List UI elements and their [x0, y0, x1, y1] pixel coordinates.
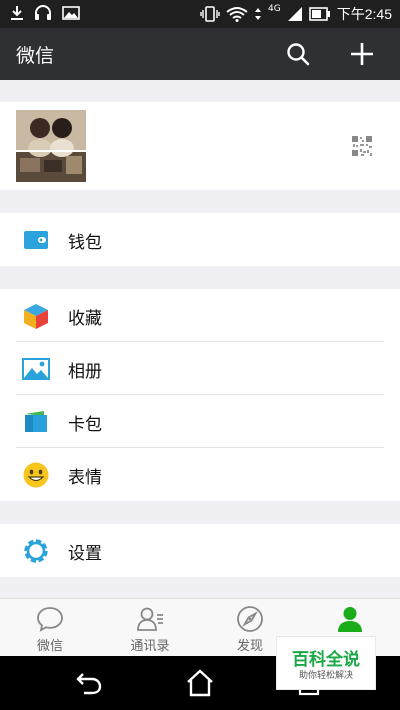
menu-label-cards: 卡包 — [68, 415, 102, 435]
tab-chats[interactable]: 微信 — [0, 599, 100, 657]
download-icon — [11, 6, 23, 20]
menu-item-album[interactable]: 相册 — [0, 342, 400, 395]
menu-item-cards[interactable]: 卡包 — [0, 395, 400, 448]
menu-label-wallet: 钱包 — [68, 233, 102, 253]
tab-label: 微信 — [36, 639, 63, 654]
tab-label: 通讯录 — [130, 639, 170, 654]
search-icon[interactable] — [285, 41, 311, 67]
album-icon — [22, 358, 50, 380]
smiley-icon — [23, 462, 49, 488]
data-arrows-icon — [255, 8, 262, 20]
gear-icon — [24, 539, 48, 563]
headset-icon — [35, 5, 51, 20]
network-type: 4G — [268, 4, 281, 14]
watermark-badge: 百科全说 助你轻松解决 — [276, 636, 376, 690]
status-right: 4G 下午2:45 — [200, 4, 392, 24]
card-wallet-icon — [25, 411, 47, 432]
person-icon — [338, 607, 362, 632]
wifi-icon — [226, 7, 248, 22]
status-left — [10, 5, 80, 21]
menu-item-stickers[interactable]: 表情 — [0, 448, 400, 501]
home-icon[interactable] — [185, 668, 215, 698]
vibrate-icon — [200, 6, 220, 22]
cellular-signal-icon — [287, 7, 302, 21]
app-bar: 微信 — [0, 28, 400, 80]
menu-label-stickers: 表情 — [68, 468, 102, 488]
chat-bubble-icon — [37, 607, 63, 632]
avatar[interactable] — [16, 110, 86, 182]
watermark-title: 百科全说 — [292, 650, 360, 670]
favorites-cube-icon — [24, 304, 48, 329]
back-icon[interactable] — [74, 668, 104, 698]
menu-item-settings[interactable]: 设置 — [0, 524, 400, 577]
menu-item-favorites[interactable]: 收藏 — [0, 289, 400, 342]
status-time: 下午2:45 — [336, 6, 392, 22]
status-bar: 4G 下午2:45 — [0, 0, 400, 28]
compass-icon — [237, 606, 263, 632]
profile-card[interactable] — [0, 102, 400, 190]
menu-item-wallet[interactable]: 钱包 — [0, 213, 400, 266]
battery-icon — [308, 7, 330, 21]
app-title: 微信 — [16, 45, 55, 67]
tab-contacts[interactable]: 通讯录 — [100, 599, 200, 657]
plus-icon[interactable] — [348, 40, 376, 68]
contacts-icon — [137, 607, 163, 631]
qr-code-icon[interactable] — [351, 135, 373, 157]
wallet-icon — [24, 231, 48, 249]
avatar-photo — [16, 110, 86, 182]
image-icon — [62, 6, 80, 20]
menu-label-settings: 设置 — [68, 544, 102, 564]
menu-label-favorites: 收藏 — [68, 309, 102, 329]
menu-label-album: 相册 — [68, 362, 102, 382]
watermark-subtitle: 助你轻松解决 — [298, 671, 353, 681]
